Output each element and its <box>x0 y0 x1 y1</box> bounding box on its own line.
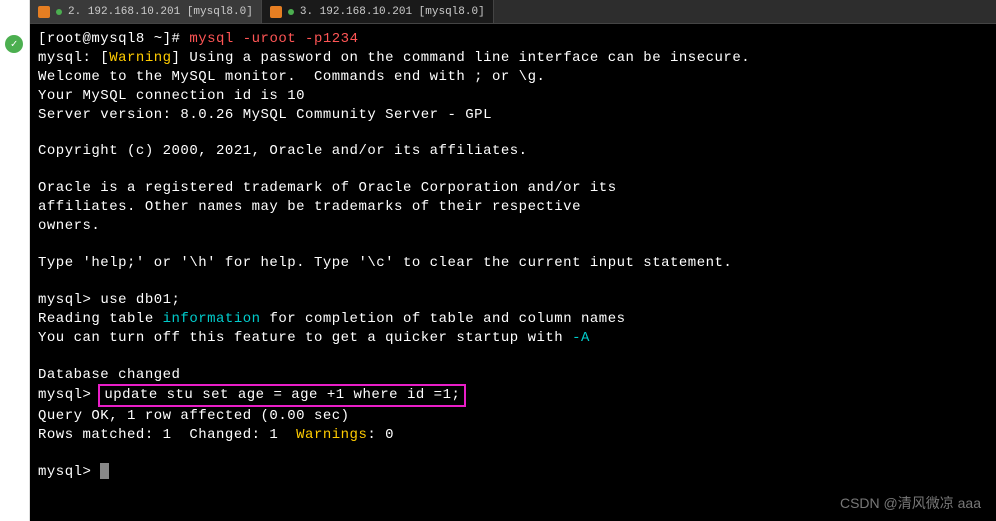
blank-line <box>38 445 988 463</box>
terminal-icon <box>38 6 50 18</box>
query-ok-line: Query OK, 1 row affected (0.00 sec) <box>38 407 988 426</box>
mysql-prompt-line: mysql> <box>38 463 988 482</box>
trademark-line: Oracle is a registered trademark of Orac… <box>38 179 988 198</box>
blank-line <box>38 161 988 179</box>
tab-label: 2. 192.168.10.201 [mysql8.0] <box>68 6 253 18</box>
db-changed-line: Database changed <box>38 366 988 385</box>
tab-session-2[interactable]: 2. 192.168.10.201 [mysql8.0] <box>30 0 262 23</box>
highlighted-sql: update stu set age = age +1 where id =1; <box>98 384 466 407</box>
shell-prompt-line: [root@mysql8 ~]# mysql -uroot -p1234 <box>38 30 988 49</box>
check-icon: ✓ <box>5 35 23 53</box>
tab-bar: 2. 192.168.10.201 [mysql8.0] 3. 192.168.… <box>30 0 996 24</box>
rows-matched-line: Rows matched: 1 Changed: 1 Warnings: 0 <box>38 426 988 445</box>
trademark-line: affiliates. Other names may be trademark… <box>38 198 988 217</box>
warning-line: mysql: [Warning] Using a password on the… <box>38 49 988 68</box>
help-line: Type 'help;' or '\h' for help. Type '\c'… <box>38 254 988 273</box>
reading-table-line: Reading table information for completion… <box>38 310 988 329</box>
blank-line <box>38 236 988 254</box>
version-line: Server version: 8.0.26 MySQL Community S… <box>38 106 988 125</box>
blank-line <box>38 348 988 366</box>
welcome-line: Welcome to the MySQL monitor. Commands e… <box>38 68 988 87</box>
connection-id-line: Your MySQL connection id is 10 <box>38 87 988 106</box>
left-sidebar: ✓ <box>0 0 30 521</box>
terminal-icon <box>270 6 282 18</box>
cursor-icon <box>100 463 109 479</box>
turnoff-line: You can turn off this feature to get a q… <box>38 329 988 348</box>
blank-line <box>38 124 988 142</box>
status-dot-icon <box>288 9 294 15</box>
tab-label: 3. 192.168.10.201 [mysql8.0] <box>300 6 485 18</box>
watermark: CSDN @清风微凉 aaa <box>840 493 981 513</box>
copyright-line: Copyright (c) 2000, 2021, Oracle and/or … <box>38 142 988 161</box>
tab-session-3[interactable]: 3. 192.168.10.201 [mysql8.0] <box>262 0 494 23</box>
status-dot-icon <box>56 9 62 15</box>
mysql-use-line: mysql> use db01; <box>38 291 988 310</box>
terminal-output[interactable]: [root@mysql8 ~]# mysql -uroot -p1234 mys… <box>30 24 996 521</box>
mysql-update-line: mysql> update stu set age = age +1 where… <box>38 384 988 407</box>
trademark-line: owners. <box>38 217 988 236</box>
blank-line <box>38 273 988 291</box>
